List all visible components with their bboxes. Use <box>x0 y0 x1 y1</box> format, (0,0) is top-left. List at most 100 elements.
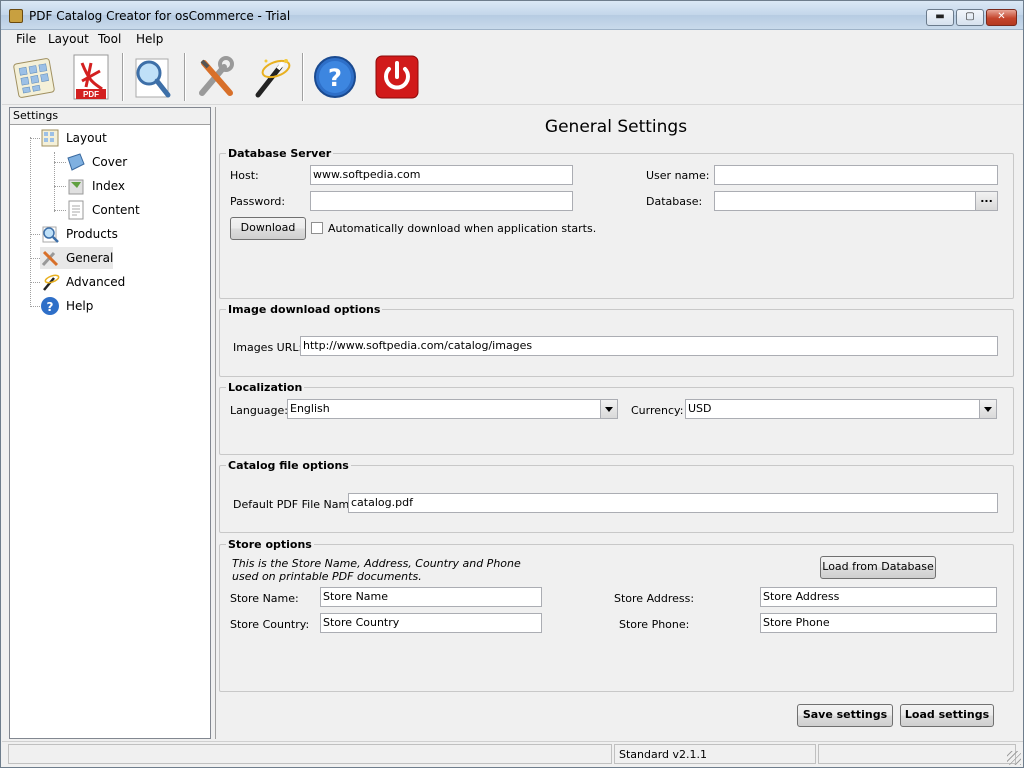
store-country-input[interactable]: Store Country <box>320 613 542 633</box>
database-label: Database: <box>646 195 703 208</box>
language-value: English <box>290 402 330 415</box>
store-phone-input[interactable]: Store Phone <box>760 613 997 633</box>
toolbar-separator <box>302 53 304 101</box>
tree-item-label: Content <box>92 203 140 217</box>
menu-layout[interactable]: Layout <box>48 32 89 46</box>
tree-line <box>30 306 40 307</box>
help-icon[interactable]: ? <box>312 53 358 101</box>
pdf-file-name-label: Default PDF File Name: <box>233 498 360 511</box>
layout-icon <box>40 128 60 148</box>
tree-line <box>54 162 66 163</box>
tree-item-label: Help <box>66 299 94 313</box>
minimize-button[interactable]: ▬ <box>926 9 954 26</box>
tree-item-products[interactable]: Products <box>40 223 118 245</box>
password-label: Password: <box>230 195 286 208</box>
catalog-icon[interactable] <box>12 53 58 101</box>
toolbar: PDF ? <box>2 49 1023 105</box>
load-settings-button[interactable]: Load settings <box>900 704 994 727</box>
menu-bar: File Layout Tool Help <box>2 30 1023 49</box>
status-bar: Standard v2.1.1 <box>2 741 1023 767</box>
tree-item-label: Products <box>66 227 118 241</box>
tree-item-cover[interactable]: Cover <box>66 151 127 173</box>
close-button[interactable]: ✕ <box>986 9 1017 26</box>
tree-line <box>30 282 40 283</box>
menu-file[interactable]: File <box>16 32 36 46</box>
tree-line <box>54 152 55 212</box>
status-right <box>818 744 1016 764</box>
auto-download-label: Automatically download when application … <box>328 222 597 235</box>
store-address-input[interactable]: Store Address <box>760 587 997 607</box>
toolbar-separator <box>184 53 186 101</box>
username-input[interactable] <box>714 165 998 185</box>
language-select[interactable]: English <box>287 399 618 419</box>
load-from-database-button[interactable]: Load from Database <box>820 556 936 579</box>
index-icon <box>66 176 86 196</box>
title-bar: PDF Catalog Creator for osCommerce - Tri… <box>1 1 1023 30</box>
page-title: General Settings <box>544 117 688 137</box>
store-country-label: Store Country: <box>230 618 310 631</box>
store-name-input[interactable]: Store Name <box>320 587 542 607</box>
auto-download-checkbox[interactable] <box>311 222 323 234</box>
download-button[interactable]: Download <box>230 217 306 240</box>
advanced-icon <box>40 272 60 292</box>
pdf-file-name-input[interactable]: catalog.pdf <box>348 493 998 513</box>
tools-icon[interactable] <box>194 53 240 101</box>
tree-item-help[interactable]: ? Help <box>40 295 93 317</box>
app-icon <box>9 9 23 23</box>
maximize-button[interactable]: ▢ <box>956 9 984 26</box>
app-window: PDF Catalog Creator for osCommerce - Tri… <box>0 0 1024 768</box>
cover-icon <box>66 152 86 172</box>
tree-item-label: Advanced <box>66 275 126 289</box>
general-icon <box>40 248 60 268</box>
database-input[interactable]: ... <box>714 191 998 211</box>
currency-select[interactable]: USD <box>685 399 997 419</box>
svg-text:?: ? <box>328 64 342 92</box>
products-icon <box>40 224 60 244</box>
preview-icon[interactable] <box>130 53 176 101</box>
currency-value: USD <box>688 402 712 415</box>
database-browse-button[interactable]: ... <box>975 192 997 210</box>
username-label: User name: <box>646 169 710 182</box>
images-url-input[interactable]: http://www.softpedia.com/catalog/images <box>300 336 998 356</box>
localization-legend: Localization <box>228 381 303 394</box>
tree-item-index[interactable]: Index <box>66 175 125 197</box>
images-url-label: Images URL: <box>233 341 303 354</box>
store-address-label: Store Address: <box>614 592 695 605</box>
power-icon[interactable] <box>374 53 420 101</box>
save-settings-button[interactable]: Save settings <box>797 704 893 727</box>
tree-item-layout[interactable]: Layout <box>40 127 107 149</box>
menu-tool[interactable]: Tool <box>98 32 121 46</box>
tree-item-advanced[interactable]: Advanced <box>40 271 125 293</box>
pdf-icon-text: PDF <box>83 90 99 99</box>
catalog-file-legend: Catalog file options <box>228 459 349 472</box>
window-title: PDF Catalog Creator for osCommerce - Tri… <box>29 9 291 23</box>
tree-item-content[interactable]: Content <box>66 199 140 221</box>
wand-icon[interactable] <box>248 53 294 101</box>
tree-line <box>30 234 40 235</box>
image-download-legend: Image download options <box>228 303 381 316</box>
menu-help[interactable]: Help <box>136 32 163 46</box>
chevron-down-icon[interactable] <box>600 400 617 418</box>
tree-item-label: General <box>66 251 114 265</box>
password-input[interactable] <box>310 191 573 211</box>
settings-tree-panel: Settings Layout Cover Index Content Prod… <box>9 107 211 739</box>
tree-line <box>54 210 66 211</box>
tree-item-label: Cover <box>92 155 128 169</box>
resize-grip[interactable] <box>1007 751 1021 765</box>
tree-line <box>54 186 66 187</box>
pdf-icon[interactable]: PDF <box>68 53 114 101</box>
store-name-label: Store Name: <box>230 592 299 605</box>
status-version: Standard v2.1.1 <box>614 744 816 764</box>
language-label: Language: <box>230 404 288 417</box>
host-label: Host: <box>230 169 259 182</box>
currency-label: Currency: <box>631 404 684 417</box>
tree-item-general[interactable]: General <box>40 247 114 269</box>
tree-line <box>30 258 40 259</box>
chevron-down-icon[interactable] <box>979 400 996 418</box>
help-icon: ? <box>40 296 60 316</box>
settings-tree-header: Settings <box>10 108 210 125</box>
toolbar-separator <box>122 53 124 101</box>
host-input[interactable]: www.softpedia.com <box>310 165 573 185</box>
tree-line <box>30 138 40 139</box>
store-note-line2: used on printable PDF documents. <box>232 570 422 583</box>
